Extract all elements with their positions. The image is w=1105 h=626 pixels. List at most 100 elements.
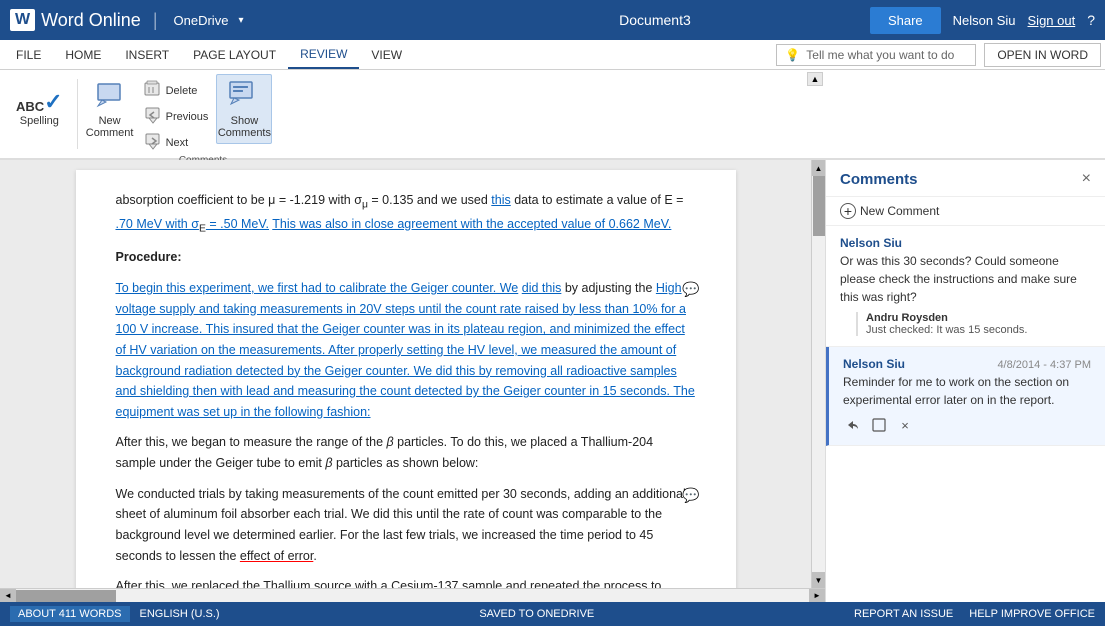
logo-area: W Word Online | OneDrive ▾ xyxy=(10,9,440,31)
document-area[interactable]: absorption coefficient to be μ = -1.219 … xyxy=(0,160,811,588)
scroll-left-button[interactable]: ◄ xyxy=(0,589,16,602)
doc-paragraph-2: Procedure: xyxy=(116,247,696,268)
comment-reply-icon[interactable] xyxy=(843,415,863,435)
comment-thread-2-header: Nelson Siu 4/8/2014 - 4:37 PM xyxy=(843,357,1091,373)
comment-balloon-2[interactable]: 💬 xyxy=(682,484,699,506)
onedrive-dropdown-icon[interactable]: ▾ xyxy=(238,15,243,26)
new-comment-button[interactable]: NewComment xyxy=(84,74,136,144)
content-area: absorption coefficient to be μ = -1.219 … xyxy=(0,160,1105,602)
document-title: Document3 xyxy=(440,12,870,28)
new-comment-icon xyxy=(96,80,124,113)
comment-thread-2: Nelson Siu 4/8/2014 - 4:37 PM Reminder f… xyxy=(826,347,1105,446)
comments-panel: Comments × + New Comment Nelson Siu Or w… xyxy=(825,160,1105,602)
comment-author-1: Nelson Siu xyxy=(840,236,1091,250)
scroll-track[interactable] xyxy=(812,176,825,572)
spelling-button[interactable]: ABC ✓ Spelling xyxy=(8,74,71,144)
comments-close-button[interactable]: × xyxy=(1082,170,1091,188)
comment-body-1: Or was this 30 seconds? Could someone pl… xyxy=(840,252,1091,306)
menu-insert[interactable]: INSERT xyxy=(113,42,181,68)
previous-label: Previous xyxy=(166,111,209,123)
share-button[interactable]: Share xyxy=(870,7,941,34)
word-count[interactable]: ABOUT 411 WORDS xyxy=(10,606,130,622)
word-logo: W xyxy=(10,9,35,31)
h-scroll-thumb[interactable] xyxy=(16,590,116,602)
report-issue-link[interactable]: REPORT AN ISSUE xyxy=(854,608,953,620)
new-comment-panel-button[interactable]: + New Comment xyxy=(826,197,1105,226)
abc-text: ABC xyxy=(16,100,44,113)
reply-author-1: Andru Roysden xyxy=(866,312,1091,324)
horizontal-scrollbar[interactable]: ◄ ► xyxy=(0,588,825,602)
menu-page-layout[interactable]: PAGE LAYOUT xyxy=(181,42,288,68)
plus-circle-icon: + xyxy=(840,203,856,219)
menu-review[interactable]: REVIEW xyxy=(288,41,359,69)
help-icon[interactable]: ? xyxy=(1087,12,1095,28)
comments-title: Comments xyxy=(840,171,918,188)
comment-balloon-1[interactable]: 💬 xyxy=(682,278,699,300)
comment-author-2: Nelson Siu xyxy=(843,357,905,371)
status-bar: ABOUT 411 WORDS ENGLISH (U.S.) SAVED TO … xyxy=(0,602,1105,626)
scroll-up-button[interactable]: ▲ xyxy=(812,160,825,176)
comment-date-2: 4/8/2014 - 4:37 PM xyxy=(997,359,1091,371)
document-inner: absorption coefficient to be μ = -1.219 … xyxy=(0,160,825,588)
next-label: Next xyxy=(166,137,189,149)
tell-me-search[interactable]: 💡 Tell me what you want to do xyxy=(776,44,976,66)
document-wrapper: absorption coefficient to be μ = -1.219 … xyxy=(0,160,825,602)
delete-label: Delete xyxy=(166,85,198,97)
doc-paragraph-6: After this, we replaced the Thallium sou… xyxy=(116,576,696,588)
show-comments-button[interactable]: ShowComments xyxy=(216,74,272,144)
previous-button[interactable]: Previous xyxy=(138,104,215,129)
menu-home[interactable]: HOME xyxy=(53,42,113,68)
title-bar: W Word Online | OneDrive ▾ Document3 Sha… xyxy=(0,0,1105,40)
comment-body-2: Reminder for me to work on the section o… xyxy=(843,373,1091,409)
save-status: SAVED TO ONEDRIVE xyxy=(220,608,854,620)
app-name: Word Online xyxy=(41,10,141,31)
next-icon xyxy=(144,132,162,153)
delete-button[interactable]: Delete xyxy=(138,78,215,103)
show-comments-icon xyxy=(229,80,259,113)
open-in-word-button[interactable]: OPEN IN WORD xyxy=(984,43,1101,67)
document-page: absorption coefficient to be μ = -1.219 … xyxy=(76,170,736,588)
scroll-right-button[interactable]: ► xyxy=(809,589,825,602)
spelling-section: ABC ✓ Spelling xyxy=(8,70,71,158)
reply-body-1: Just checked: It was 15 seconds. xyxy=(866,324,1091,336)
menu-file[interactable]: FILE xyxy=(4,42,53,68)
comment-expand-icon[interactable] xyxy=(869,415,889,435)
language-indicator: ENGLISH (U.S.) xyxy=(140,608,220,620)
doc-paragraph-3: 💬 To begin this experiment, we first had… xyxy=(116,278,696,422)
scroll-thumb[interactable] xyxy=(813,176,825,236)
sign-out-link[interactable]: Sign out xyxy=(1028,13,1076,28)
menu-view[interactable]: VIEW xyxy=(359,42,414,68)
previous-icon xyxy=(144,106,162,127)
spelling-icon: ABC ✓ xyxy=(16,91,63,113)
ribbon-divider-1 xyxy=(77,79,78,149)
h-scroll-track[interactable] xyxy=(16,589,809,602)
comments-header: Comments × xyxy=(826,160,1105,197)
help-improve-link[interactable]: HELP IMPROVE OFFICE xyxy=(969,608,1095,620)
ribbon-collapse-button[interactable]: ▲ xyxy=(807,72,823,86)
checkmark-icon: ✓ xyxy=(44,91,62,113)
doc-paragraph-1: absorption coefficient to be μ = -1.219 … xyxy=(116,190,696,237)
doc-paragraph-5: 💬 We conducted trials by taking measurem… xyxy=(116,484,696,567)
onedrive-link[interactable]: OneDrive xyxy=(174,13,229,28)
bulb-icon: 💡 xyxy=(785,48,800,62)
new-comment-panel-label: New Comment xyxy=(860,204,939,218)
scroll-down-button[interactable]: ▼ xyxy=(812,572,825,588)
reply-thread-1: Andru Roysden Just checked: It was 15 se… xyxy=(856,312,1091,336)
divider: | xyxy=(153,10,158,31)
doc-paragraph-4: After this, we began to measure the rang… xyxy=(116,432,696,473)
delete-icon xyxy=(144,80,162,101)
tell-me-placeholder: Tell me what you want to do xyxy=(806,48,954,62)
show-comments-label: ShowComments xyxy=(218,115,271,139)
user-name: Nelson Siu xyxy=(953,13,1016,28)
comment-thread-1: Nelson Siu Or was this 30 seconds? Could… xyxy=(826,226,1105,347)
spelling-label: Spelling xyxy=(20,115,59,127)
new-comment-label: NewComment xyxy=(86,115,134,139)
menu-bar: FILE HOME INSERT PAGE LAYOUT REVIEW VIEW… xyxy=(0,40,1105,70)
comment-delete-icon[interactable]: × xyxy=(895,415,915,435)
comment-actions-2: × xyxy=(843,415,1091,435)
ribbon: ABC ✓ Spelling NewComment xyxy=(0,70,1105,160)
next-button[interactable]: Next xyxy=(138,130,215,155)
vertical-scrollbar[interactable]: ▲ ▼ xyxy=(811,160,825,588)
status-right-links: REPORT AN ISSUE HELP IMPROVE OFFICE xyxy=(854,608,1095,620)
titlebar-right: Share Nelson Siu Sign out ? xyxy=(870,7,1095,34)
